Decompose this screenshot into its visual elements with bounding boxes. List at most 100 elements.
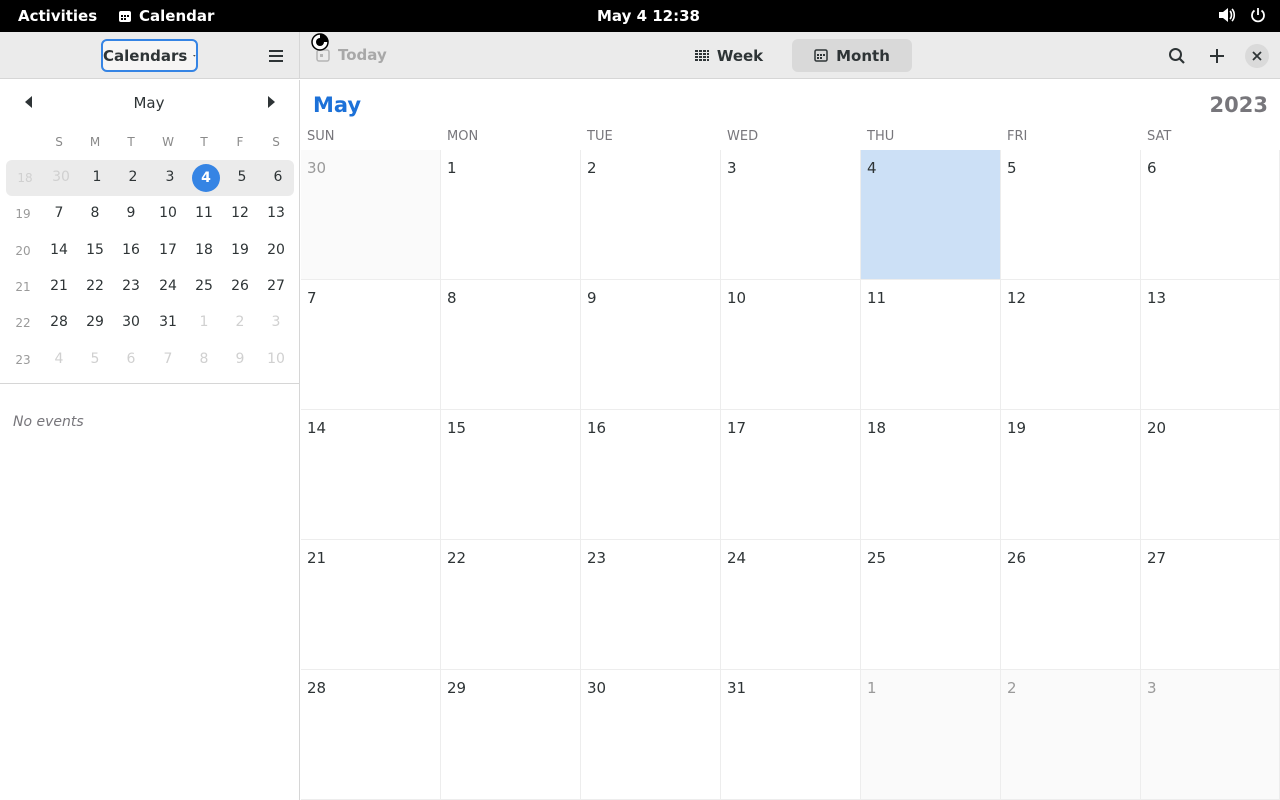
activities-button[interactable]: Activities — [18, 7, 97, 25]
day-cell[interactable]: 5 — [1001, 150, 1141, 280]
mini-day[interactable]: 19 — [222, 242, 258, 258]
day-cell[interactable]: 16 — [581, 410, 721, 540]
mini-day[interactable]: 6 — [113, 351, 149, 367]
system-tray[interactable] — [1218, 7, 1266, 23]
day-cell[interactable]: 11 — [861, 280, 1001, 410]
clock[interactable]: May 4 12:38 — [597, 7, 700, 25]
day-cell[interactable]: 8 — [441, 280, 581, 410]
day-cell[interactable]: 30 — [581, 670, 721, 800]
mini-day[interactable]: 10 — [150, 205, 186, 221]
close-window-button[interactable] — [1245, 44, 1269, 68]
mini-day[interactable]: 31 — [150, 314, 186, 330]
app-name: Calendar — [139, 7, 215, 25]
mini-day[interactable]: 2 — [115, 169, 151, 185]
day-cell[interactable]: 19 — [1001, 410, 1141, 540]
day-cell[interactable]: 18 — [861, 410, 1001, 540]
mini-day[interactable]: 16 — [113, 242, 149, 258]
mini-day[interactable]: 22 — [77, 278, 113, 294]
app-menu[interactable]: Calendar — [118, 7, 214, 25]
day-cell[interactable]: 1 — [861, 670, 1001, 800]
day-cell[interactable]: 10 — [721, 280, 861, 410]
mini-day[interactable]: 14 — [41, 242, 77, 258]
day-cell[interactable]: 1 — [441, 150, 581, 280]
day-cell[interactable]: 9 — [581, 280, 721, 410]
mini-day[interactable]: 3 — [152, 169, 188, 185]
day-cell[interactable]: 12 — [1001, 280, 1141, 410]
next-month-icon[interactable] — [262, 93, 280, 111]
mini-day[interactable]: 20 — [258, 242, 294, 258]
mini-day[interactable]: 25 — [186, 278, 222, 294]
month-view-button[interactable]: Month — [792, 39, 912, 72]
mini-day[interactable]: 23 — [113, 278, 149, 294]
day-cell[interactable]: 31 — [721, 670, 861, 800]
mini-day[interactable]: 7 — [41, 205, 77, 221]
mini-day[interactable]: 1 — [79, 169, 115, 185]
mini-day[interactable]: 4 — [41, 351, 77, 367]
mini-day[interactable]: 27 — [258, 278, 294, 294]
day-cell[interactable]: 2 — [1001, 670, 1141, 800]
day-cell[interactable]: 26 — [1001, 540, 1141, 670]
day-cell[interactable]: 15 — [441, 410, 581, 540]
mini-day[interactable]: 1 — [186, 314, 222, 330]
mini-day[interactable]: 18 — [186, 242, 222, 258]
header-bar: Calendars Today Week Month — [0, 32, 1280, 79]
mini-today-day[interactable]: 4 — [192, 164, 220, 192]
month-view: May 2023 SUN MON TUE WED THU FRI SAT 30 1 2 3 4 5 6 7… — [301, 80, 1280, 800]
main-menu-button[interactable] — [262, 42, 290, 70]
day-cell[interactable]: 7 — [301, 280, 441, 410]
sidebar-divider — [0, 383, 300, 384]
search-button[interactable] — [1162, 41, 1192, 71]
day-cell[interactable]: 20 — [1141, 410, 1280, 540]
mini-day[interactable]: 5 — [77, 351, 113, 367]
mini-day[interactable]: 28 — [41, 314, 77, 330]
mini-day[interactable]: 24 — [150, 278, 186, 294]
day-cell[interactable]: 28 — [301, 670, 441, 800]
day-cell[interactable]: 6 — [1141, 150, 1280, 280]
mini-day[interactable]: 5 — [224, 169, 260, 185]
day-cell[interactable]: 14 — [301, 410, 441, 540]
mini-day[interactable]: 26 — [222, 278, 258, 294]
mini-day[interactable]: 2 — [222, 314, 258, 330]
mini-day[interactable]: 17 — [150, 242, 186, 258]
mini-day[interactable]: 15 — [77, 242, 113, 258]
calendars-dropdown-button[interactable]: Calendars — [101, 39, 198, 72]
add-event-button[interactable] — [1202, 41, 1232, 71]
mini-day[interactable]: 12 — [222, 205, 258, 221]
day-cell[interactable]: 17 — [721, 410, 861, 540]
day-cell[interactable]: 3 — [1141, 670, 1280, 800]
mini-day[interactable]: 30 — [113, 314, 149, 330]
search-icon — [1169, 48, 1185, 64]
sidebar: May S M T W T F S 18 30 1 2 3 4 5 6 19 7 8 9 10 11 12 13 20 14 15… — [0, 80, 300, 800]
mini-day[interactable]: 8 — [77, 205, 113, 221]
mini-day[interactable]: 7 — [150, 351, 186, 367]
day-number: 2 — [587, 159, 597, 177]
day-cell[interactable]: 27 — [1141, 540, 1280, 670]
mini-day[interactable]: 8 — [186, 351, 222, 367]
day-cell[interactable]: 13 — [1141, 280, 1280, 410]
mini-day[interactable]: 21 — [41, 278, 77, 294]
mini-day[interactable]: 11 — [186, 205, 222, 221]
today-day-cell[interactable]: 4 — [861, 150, 1001, 280]
hamburger-icon — [269, 50, 283, 62]
mini-weekday-head: F — [236, 135, 244, 149]
week-view-button[interactable]: Week — [688, 39, 770, 72]
day-number: 16 — [587, 419, 607, 437]
day-number: 17 — [727, 419, 747, 437]
mini-day[interactable]: 10 — [258, 351, 294, 367]
mini-day[interactable]: 30 — [43, 169, 79, 185]
day-cell[interactable]: 23 — [581, 540, 721, 670]
mini-day[interactable]: 6 — [260, 169, 296, 185]
mini-day[interactable]: 9 — [113, 205, 149, 221]
day-cell[interactable]: 30 — [301, 150, 441, 280]
mini-day[interactable]: 9 — [222, 351, 258, 367]
mini-day[interactable]: 3 — [258, 314, 294, 330]
day-cell[interactable]: 2 — [581, 150, 721, 280]
mini-day[interactable]: 13 — [258, 205, 294, 221]
day-cell[interactable]: 22 — [441, 540, 581, 670]
day-cell[interactable]: 21 — [301, 540, 441, 670]
day-cell[interactable]: 25 — [861, 540, 1001, 670]
day-cell[interactable]: 29 — [441, 670, 581, 800]
day-cell[interactable]: 24 — [721, 540, 861, 670]
mini-day[interactable]: 29 — [77, 314, 113, 330]
day-cell[interactable]: 3 — [721, 150, 861, 280]
